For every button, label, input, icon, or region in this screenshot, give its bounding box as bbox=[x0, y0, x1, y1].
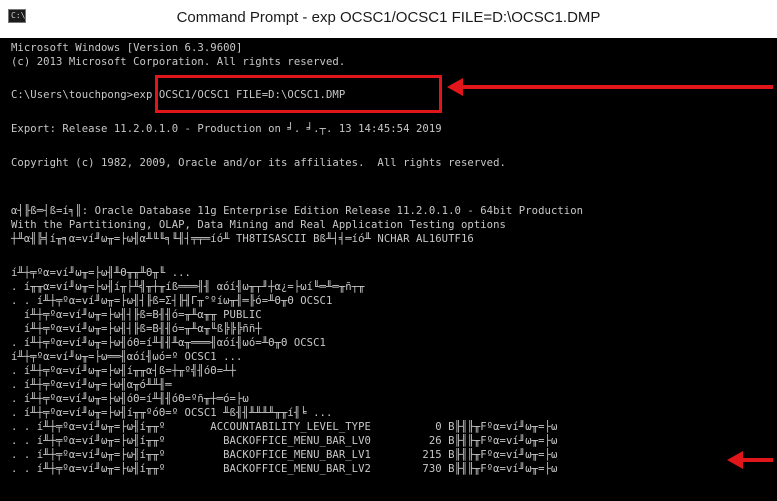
console-line: . í╨┼╤ºα=ví╜ω╥=├ω╢í╥╥ºóΘ=º OCSC1 ╨ß╢╢╨╨╨… bbox=[11, 407, 333, 419]
console-line: Copyright (c) 1982, 2009, Oracle and/or … bbox=[11, 157, 506, 169]
console-line: (c) 2013 Microsoft Corporation. All righ… bbox=[11, 56, 346, 68]
console-line: . í╨┼╤ºα=ví╜ω╥=├ω╢α╥ó╨╨╢═ bbox=[11, 379, 172, 391]
window-title: Command Prompt - exp OCSC1/OCSC1 FILE=D:… bbox=[176, 9, 601, 26]
console-line: í╨┼╤ºα=ví╜ω╥=├ω══╢αóí╢ωó=º OCSC1 ... bbox=[11, 351, 243, 363]
title-bar[interactable]: C:\ Command Prompt - exp OCSC1/OCSC1 FIL… bbox=[0, 0, 777, 38]
console-line: Export: Release 11.2.0.1.0 - Production … bbox=[11, 123, 442, 135]
console-line: . . í╨┼╤ºα=ví╜ω╥=├ω╢í╥╥º BACKOFFICE_MENU… bbox=[11, 449, 558, 461]
command-highlight-box bbox=[155, 75, 442, 113]
arrow-to-table-list-icon bbox=[727, 451, 773, 469]
console-line: . í╨┼╤ºα=ví╜ω╥=├ω╢í╥╥α┤ß=┼╥º╣╢óΘ=┴┼ bbox=[11, 365, 236, 377]
console-line: . . í╨┼╤ºα=ví╜ω╥=├ω╢í╥╥º BACKOFFICE_MENU… bbox=[11, 463, 558, 475]
console-line: í╨┼╤ºα=ví╜ω╥=├ω╢╨Θ╥╥╨Θ╥╙ ... bbox=[11, 267, 191, 279]
console-line: . í╥╥α=ví╜ω╥=├ω╢í╥├╨╣╥┼╥íß═══╢╢ αóí╢ω╥┬╜… bbox=[11, 281, 365, 293]
console-line: í╨┼╤ºα=ví╜ω╥=├ω╢┤╟ß=B╢╢ó=╥╨α╥╥ PUBLIC bbox=[11, 309, 262, 321]
console-line: . í╨┼╤ºα=ví╜ω╥=├ω╢óΘ=í╨╢╢╨α╥═══╢αóí╢ωó=╨… bbox=[11, 337, 326, 349]
console-line: ┼╨α╢╠╡í╥╕α=ví╜ω╥=├ω╢α╨╙╙╕╙╢┤╤╤═íó╨ TH8TI… bbox=[11, 233, 474, 245]
console-line: With the Partitioning, OLAP, Data Mining… bbox=[11, 219, 506, 231]
console-line: . . í╨┼╤ºα=ví╜ω╥=├ω╢í╥╥º ACCOUNTABILITY_… bbox=[11, 421, 558, 433]
arrow-to-command-icon bbox=[447, 78, 773, 96]
console-line: . í╨┼╤ºα=ví╜ω╥=├ω╢óΘ=í╨╢╢óΘ=ºñ╥┼═ó=├ω bbox=[11, 393, 249, 405]
console-line: . . í╨┼╤ºα=ví╜ω╥=├ω╢┤╟ß=Σ┤╟╢Γ╥°ºíω╥╢═╟ó=… bbox=[11, 295, 333, 307]
console-line: α┤╟ß═┤ß=í╕║: Oracle Database 11g Enterpr… bbox=[11, 205, 584, 217]
console-line: . . í╨┼╤ºα=ví╜ω╥=├ω╢í╥╥º BACKOFFICE_MENU… bbox=[11, 435, 558, 447]
console-line: Microsoft Windows [Version 6.3.9600] bbox=[11, 42, 243, 54]
console-line: í╨┼╤ºα=ví╜ω╥=├ω╢┤╟ß=B╢╢ó=╥╨α╥╙ß╠╠╠ññ┼ bbox=[11, 323, 262, 335]
